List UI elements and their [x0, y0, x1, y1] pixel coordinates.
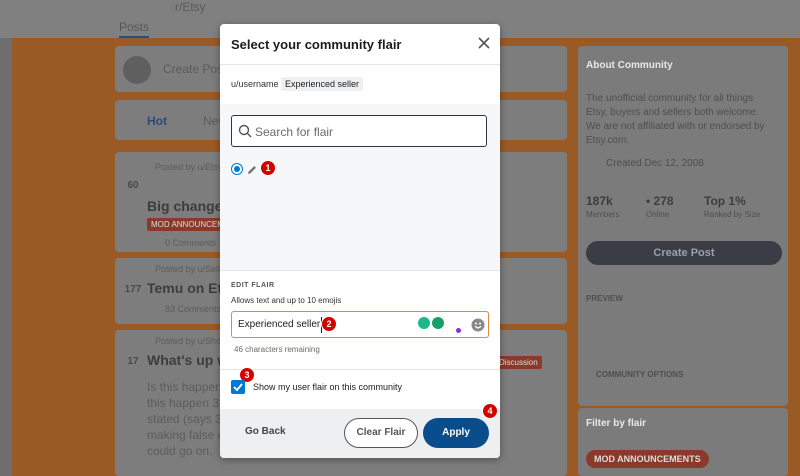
apply-button[interactable]: Apply	[423, 418, 489, 448]
created-date: Created Dec 12, 2008	[606, 158, 704, 169]
divider	[220, 270, 500, 271]
flair-text-input[interactable]: Experienced seller	[231, 311, 489, 338]
username: u/username	[231, 79, 279, 89]
about-title: About Community	[586, 60, 673, 71]
show-flair-checkbox[interactable]	[231, 380, 245, 394]
close-icon[interactable]	[476, 35, 492, 51]
post-body-line: could go on.	[147, 444, 213, 458]
edit-flair-heading: EDIT FLAIR	[231, 282, 275, 289]
subreddit-name: r/Etsy	[175, 0, 206, 14]
characters-remaining: 46 characters remaining	[234, 345, 320, 354]
members-count: 187k	[586, 194, 613, 208]
annotation-badge: 2	[321, 316, 337, 332]
show-flair-label: Show my user flair on this community	[253, 382, 403, 392]
post-comments[interactable]: 83 Comments	[165, 304, 221, 314]
flair-text-value: Experienced seller	[238, 319, 321, 330]
current-flair-tag: Experienced seller	[281, 77, 364, 91]
grammar-icon[interactable]	[432, 317, 444, 329]
create-post-placeholder: Create Post	[163, 62, 227, 76]
search-icon	[238, 124, 252, 138]
rank-count: Top 1%	[704, 194, 746, 208]
status-dot	[456, 328, 461, 333]
rank-label: Ranked by Size	[704, 210, 761, 219]
avatar	[123, 56, 151, 84]
clear-flair-button[interactable]: Clear Flair	[344, 418, 418, 448]
post-flair-tag: Discussion	[495, 356, 542, 369]
community-options[interactable]: COMMUNITY OPTIONS	[596, 370, 683, 379]
create-post-button[interactable]: Create Post	[586, 241, 782, 265]
filter-pill-mod-announcements[interactable]: MOD ANNOUNCEMENTS	[586, 450, 709, 468]
vote-count: 17	[127, 356, 139, 367]
tab-posts[interactable]: Posts	[119, 20, 150, 38]
members-label: Members	[586, 210, 620, 219]
search-input[interactable]: Search for flair	[231, 115, 487, 147]
divider	[220, 64, 500, 65]
flair-radio[interactable]	[231, 163, 243, 175]
post-comments[interactable]: 0 Comments	[165, 238, 216, 248]
search-placeholder: Search for flair	[255, 125, 334, 139]
vote-count: 177	[124, 284, 142, 295]
filter-title: Filter by flair	[586, 418, 647, 429]
annotation-badge: 1	[260, 160, 276, 176]
extension-icon[interactable]	[418, 317, 430, 329]
online-label: Online	[646, 210, 670, 219]
modal-title: Select your community flair	[231, 37, 402, 52]
flair-modal: Select your community flair u/username E…	[220, 24, 500, 458]
about-description: The unofficial community for all things …	[586, 93, 765, 146]
emoji-icon[interactable]	[471, 318, 485, 332]
vote-count: 60	[127, 180, 139, 191]
pencil-icon[interactable]	[246, 163, 258, 175]
go-back-button[interactable]: Go Back	[245, 426, 286, 437]
sidebar: About Community The unofficial community…	[578, 46, 788, 476]
annotation-badge: 4	[482, 403, 498, 419]
left-scroll-strip	[0, 38, 12, 476]
preview-heading: PREVIEW	[586, 294, 623, 303]
about-community-card: About Community The unofficial community…	[578, 46, 788, 406]
sort-hot[interactable]: Hot	[147, 114, 167, 128]
edit-flair-subtext: Allows text and up to 10 emojis	[231, 296, 342, 305]
online-count: • 278	[646, 194, 674, 208]
divider	[220, 369, 500, 370]
